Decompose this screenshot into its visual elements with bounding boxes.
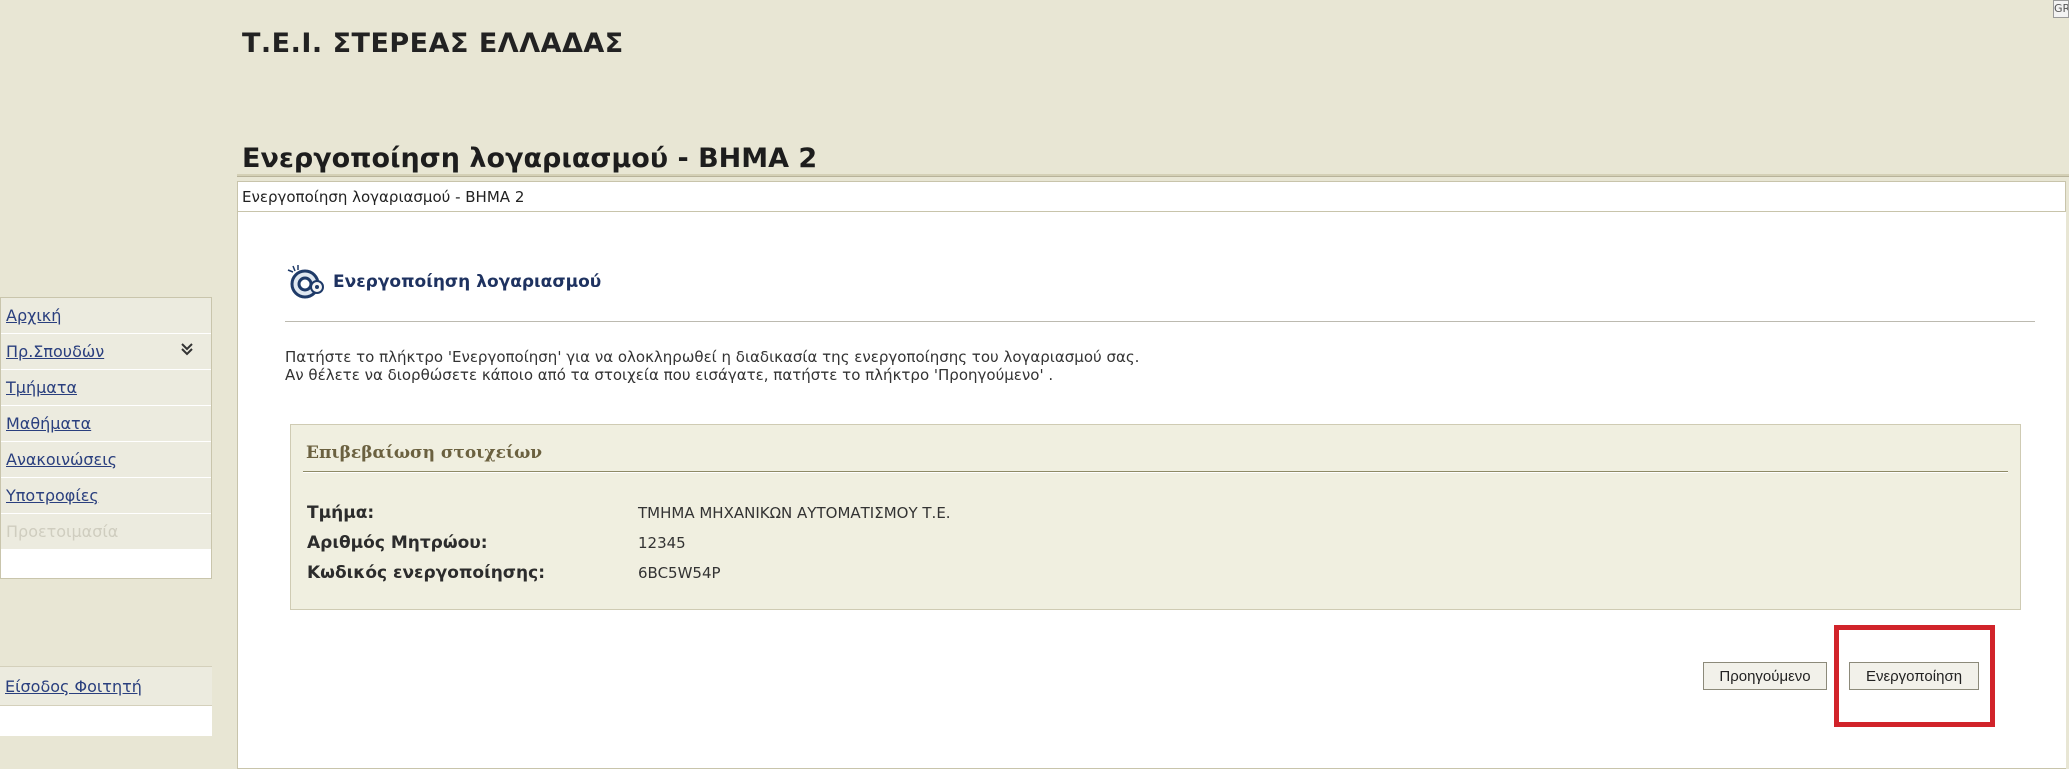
student-login-link[interactable]: Είσοδος Φοιτητή bbox=[0, 666, 212, 706]
activation-code-value: 6BC5W54P bbox=[638, 564, 721, 582]
instructions-line-2: Αν θέλετε να διορθώσετε κάποιο από τα στ… bbox=[285, 366, 1054, 384]
previous-button[interactable]: Προηγούμενο bbox=[1703, 662, 1827, 690]
instructions: Πατήστε το πλήκτρο 'Ενεργοποίηση' για να… bbox=[285, 348, 1139, 384]
department-value: ΤΜΗΜΑ ΜΗΧΑΝΙΚΩΝ ΑΥΤΟΜΑΤΙΣΜΟΥ Τ.Ε. bbox=[638, 504, 951, 522]
section-divider bbox=[285, 321, 2035, 322]
section-heading: Ενεργοποίηση λογαριασμού bbox=[285, 262, 601, 302]
registration-number-value: 12345 bbox=[638, 534, 686, 552]
activation-icon bbox=[287, 265, 324, 299]
confirmation-panel: Επιβεβαίωση στοιχείων Τμήμα: ΤΜΗΜΑ ΜΗΧΑΝ… bbox=[290, 424, 2021, 610]
sidebar-item-scholarships[interactable]: Υποτροφίες bbox=[1, 478, 211, 514]
sidebar-item-label: Πρ.Σπουδών bbox=[6, 342, 105, 361]
department-label: Τμήμα: bbox=[307, 503, 375, 523]
sidebar: Αρχική Πρ.Σπουδών Τμήματα Μαθήματα Ανακο… bbox=[0, 297, 212, 579]
sidebar-item-curriculum[interactable]: Πρ.Σπουδών bbox=[1, 334, 211, 370]
sidebar-item-courses[interactable]: Μαθήματα bbox=[1, 406, 211, 442]
page: Τ.Ε.Ι. ΣΤΕΡΕΑΣ ΕΛΛΑΔΑΣ GR Ενεργοποίηση λ… bbox=[0, 0, 2069, 769]
chevron-down-double-icon[interactable] bbox=[181, 342, 193, 360]
section-title: Ενεργοποίηση λογαριασμού bbox=[333, 272, 602, 292]
registration-number-label: Αριθμός Μητρώου: bbox=[307, 533, 488, 553]
breadcrumb: Ενεργοποίηση λογαριασμού - ΒΗΜΑ 2 bbox=[237, 181, 2066, 212]
language-badge[interactable]: GR bbox=[2053, 0, 2069, 18]
institution-title: Τ.Ε.Ι. ΣΤΕΡΕΑΣ ΕΛΛΑΔΑΣ bbox=[242, 28, 624, 59]
sidebar-item-departments[interactable]: Τμήματα bbox=[1, 370, 211, 406]
confirmation-title: Επιβεβαίωση στοιχείων bbox=[306, 443, 543, 463]
sidebar-item-preparation: Προετοιμασία bbox=[1, 514, 211, 550]
title-divider bbox=[237, 174, 2069, 177]
sidebar-footer bbox=[0, 706, 212, 736]
activation-code-label: Κωδικός ενεργοποίησης: bbox=[307, 563, 546, 583]
page-title: Ενεργοποίηση λογαριασμού - ΒΗΜΑ 2 bbox=[242, 143, 818, 174]
activate-highlight-box bbox=[1834, 625, 1995, 727]
instructions-line-1: Πατήστε το πλήκτρο 'Ενεργοποίηση' για να… bbox=[285, 348, 1140, 366]
sidebar-item-announcements[interactable]: Ανακοινώσεις bbox=[1, 442, 211, 478]
confirmation-divider bbox=[303, 471, 2008, 473]
sidebar-item-home[interactable]: Αρχική bbox=[1, 298, 211, 334]
